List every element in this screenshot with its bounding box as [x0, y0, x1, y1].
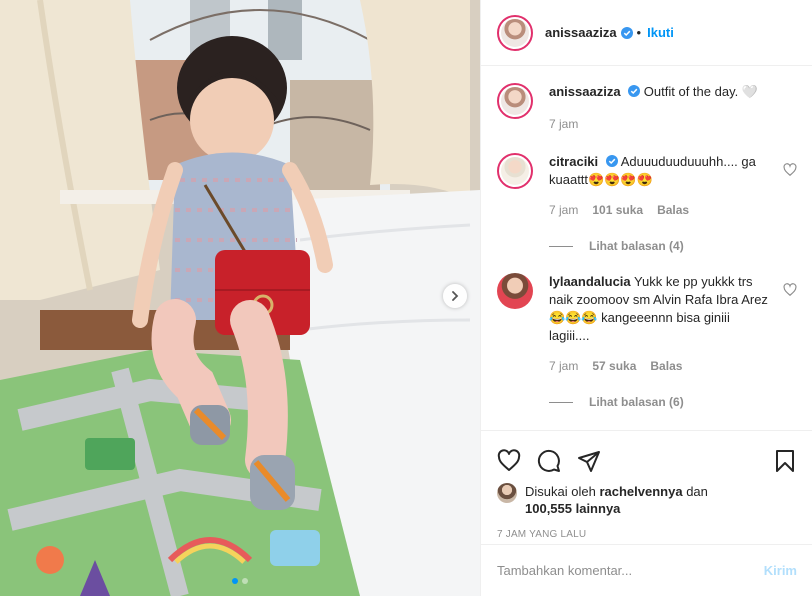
comment-likes[interactable]: 57 suka [592, 357, 636, 375]
follow-button[interactable]: Ikuti [647, 25, 674, 40]
comment: lylaandalucia Yukk ke pp yukkk trs naik … [497, 273, 797, 375]
comment: citraciki Aduuuduuduuuhh.... ga kuaattt😍… [497, 153, 797, 219]
comments-list[interactable]: anissaaziza Outfit of the day. 🤍 7 jam c… [481, 67, 812, 429]
post-side-panel: anissaaziza • Ikuti anissaaziza Outfit o… [480, 0, 812, 596]
caption-text: Outfit of the day. 🤍 [643, 84, 759, 99]
liker-username[interactable]: rachelvennya [599, 484, 682, 499]
post-header: anissaaziza • Ikuti [481, 0, 812, 66]
caption-author-avatar[interactable] [497, 83, 533, 119]
comment-time[interactable]: 7 jam [549, 357, 578, 375]
header-separator: • [636, 25, 642, 40]
commenter-username[interactable]: citraciki [549, 154, 598, 169]
next-photo-button[interactable] [443, 284, 467, 308]
view-replies-button[interactable]: Lihat balasan (4) [549, 239, 797, 253]
replies-line [549, 245, 573, 247]
likes-prefix: Disukai oleh [525, 484, 596, 499]
liker-avatar[interactable] [497, 483, 517, 503]
post-actions: Disukai oleh rachelvennya dan 100,555 la… [481, 430, 812, 540]
verified-badge-icon [605, 155, 618, 167]
likes-summary: Disukai oleh rachelvennya dan 100,555 la… [497, 483, 797, 517]
share-icon[interactable] [577, 449, 601, 473]
verified-badge-icon [628, 85, 641, 97]
carousel-dot [242, 578, 248, 584]
view-replies-label: Lihat balasan (6) [589, 395, 684, 409]
comment-input[interactable] [497, 563, 764, 578]
post-photo [0, 0, 480, 596]
view-replies-label: Lihat balasan (4) [589, 239, 684, 253]
comment-icon[interactable] [537, 449, 561, 473]
post-timestamp[interactable]: 7 JAM YANG LALU [497, 529, 797, 540]
reply-button[interactable]: Balas [657, 201, 689, 219]
verified-badge-icon [620, 26, 633, 39]
likes-joiner: dan [686, 484, 708, 499]
replies-line [549, 401, 573, 403]
likes-others[interactable]: 100,555 lainnya [525, 501, 620, 516]
author-avatar[interactable] [497, 14, 533, 51]
commenter-avatar[interactable] [497, 153, 533, 189]
add-comment-bar: Kirim [481, 544, 812, 596]
commenter-username[interactable]: lylaandalucia [549, 274, 631, 289]
carousel-dot-active [232, 578, 238, 584]
author-username[interactable]: anissaaziza [545, 25, 617, 40]
caption: anissaaziza Outfit of the day. 🤍 7 jam [497, 83, 797, 133]
chevron-right-icon [452, 291, 459, 301]
like-comment-heart-icon[interactable] [783, 283, 797, 297]
comment-likes[interactable]: 101 suka [592, 201, 643, 219]
carousel-indicator [0, 578, 480, 584]
comment-time[interactable]: 7 jam [549, 201, 578, 219]
commenter-avatar[interactable] [497, 273, 533, 309]
send-comment-button[interactable]: Kirim [764, 563, 797, 578]
caption-author[interactable]: anissaaziza [549, 84, 621, 99]
like-comment-heart-icon[interactable] [783, 163, 797, 177]
heart-icon[interactable] [497, 449, 521, 473]
bookmark-icon[interactable] [773, 449, 797, 473]
reply-button[interactable]: Balas [650, 357, 682, 375]
photo-illustration [0, 0, 480, 596]
view-replies-button[interactable]: Lihat balasan (6) [549, 395, 797, 409]
caption-time[interactable]: 7 jam [549, 115, 578, 133]
